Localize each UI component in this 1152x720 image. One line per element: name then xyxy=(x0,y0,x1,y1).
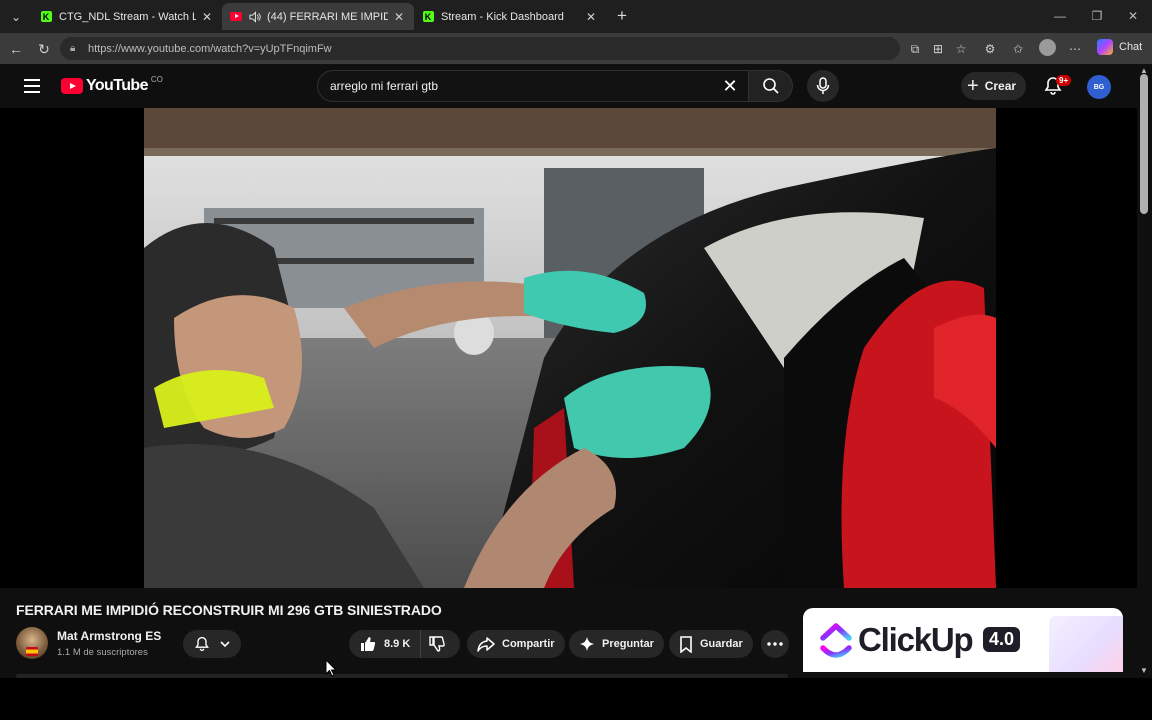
tab-list-chevron-icon[interactable]: ⌄ xyxy=(6,7,26,27)
share-label: Compartir xyxy=(502,638,555,650)
create-label: Crear xyxy=(984,79,1017,93)
bell-icon xyxy=(194,636,209,652)
close-tab-icon[interactable]: ✕ xyxy=(584,10,598,24)
search-button[interactable] xyxy=(749,70,793,102)
bookmark-icon xyxy=(680,635,692,653)
browser-tab-bar: ⌄ K CTG_NDL Stream - Watch Live on K ✕ (… xyxy=(0,0,1152,33)
youtube-icon xyxy=(230,11,242,23)
voice-search-button[interactable] xyxy=(807,70,839,102)
favorites-icon[interactable]: ✩ xyxy=(1009,40,1027,58)
spain-flag-icon xyxy=(26,647,38,656)
youtube-wordmark: YouTube xyxy=(86,77,148,94)
copilot-chat-button[interactable]: Chat xyxy=(1097,39,1142,55)
tab-title: Stream - Kick Dashboard xyxy=(441,10,564,23)
notification-badge: 9+ xyxy=(1056,75,1072,86)
save-label: Guardar xyxy=(700,638,743,650)
address-bar[interactable]: 🔒︎ https://www.youtube.com/watch?v=yUpTF… xyxy=(60,37,900,60)
clickup-logo-icon xyxy=(820,623,852,658)
new-tab-button[interactable]: + xyxy=(612,6,632,26)
browser-toolbar: ← ↻ 🔒︎ https://www.youtube.com/watch?v=y… xyxy=(0,33,1152,64)
chevron-down-icon xyxy=(219,641,230,648)
extensions-icon[interactable]: ⚙ xyxy=(981,40,999,58)
like-count: 8.9 K xyxy=(384,638,411,650)
tab-title: CTG_NDL Stream - Watch Live on K xyxy=(59,10,196,23)
ad-version: 4.0 xyxy=(983,627,1021,652)
share-button[interactable]: Compartir xyxy=(467,630,565,658)
video-frame-image xyxy=(144,108,996,588)
scroll-down-icon[interactable]: ▼ xyxy=(1139,667,1149,675)
search-input[interactable] xyxy=(330,79,700,93)
restore-icon[interactable]: ❐ xyxy=(1079,5,1115,27)
tab-title: (44) FERRARI ME IMPIDIÓ REC xyxy=(267,10,388,23)
youtube-logo[interactable]: YouTube CO xyxy=(61,74,163,95)
create-button[interactable]: + Crear xyxy=(961,72,1027,100)
reload-icon[interactable]: ↻ xyxy=(33,38,55,60)
kick-icon: K xyxy=(422,11,434,23)
video-player[interactable] xyxy=(0,108,1137,588)
youtube-header: YouTube CO ✕ + Crear 9+ BG xyxy=(0,64,1137,109)
more-options-icon[interactable]: ⋯ xyxy=(1066,40,1084,58)
account-avatar[interactable]: BG xyxy=(1087,75,1111,99)
copilot-label: Chat xyxy=(1119,41,1143,53)
dislike-button[interactable] xyxy=(421,630,460,658)
profile-avatar[interactable] xyxy=(1039,39,1056,56)
speaker-icon[interactable] xyxy=(249,10,261,23)
country-code: CO xyxy=(150,74,163,84)
kick-icon: K xyxy=(40,11,52,23)
thumbs-up-icon xyxy=(361,637,376,651)
ask-label: Preguntar xyxy=(602,638,654,650)
back-icon[interactable]: ← xyxy=(5,38,27,60)
scrollbar-thumb[interactable] xyxy=(1140,74,1148,214)
favorite-star-icon[interactable]: ☆ xyxy=(952,40,970,58)
site-info-icon[interactable]: 🔒︎ xyxy=(70,43,82,54)
more-horizontal-icon xyxy=(767,642,783,646)
thumbs-down-icon xyxy=(429,636,445,652)
like-dislike-group: 8.9 K xyxy=(349,630,460,658)
youtube-icon xyxy=(61,78,83,94)
search-box: ✕ xyxy=(317,70,749,102)
close-tab-icon[interactable]: ✕ xyxy=(392,10,406,24)
mouse-cursor-icon xyxy=(325,659,337,677)
close-tab-icon[interactable]: ✕ xyxy=(200,10,214,24)
plus-icon: + xyxy=(967,75,979,97)
subscriber-count: 1.1 M de suscriptores xyxy=(57,647,148,658)
share-icon xyxy=(477,637,495,652)
video-title: FERRARI ME IMPIDIÓ RECONSTRUIR MI 296 GT… xyxy=(16,602,442,618)
more-actions-button[interactable] xyxy=(761,630,789,658)
video-frame[interactable] xyxy=(144,108,996,588)
microphone-icon xyxy=(816,77,830,94)
like-button[interactable]: 8.9 K xyxy=(349,630,422,658)
menu-icon[interactable] xyxy=(22,77,42,95)
minimize-icon[interactable]: — xyxy=(1042,5,1078,27)
ad-screenshot-image xyxy=(1049,616,1123,672)
channel-name[interactable]: Mat Armstrong ES xyxy=(57,629,161,643)
translate-icon[interactable]: ⧉ xyxy=(906,40,924,58)
apps-icon[interactable]: ⊞ xyxy=(929,40,947,58)
close-window-icon[interactable]: ✕ xyxy=(1115,5,1151,27)
copilot-icon xyxy=(1097,39,1113,55)
ad-brand: ClickUp xyxy=(858,621,974,658)
url-text: https://www.youtube.com/watch?v=yUpTFnqi… xyxy=(88,42,332,55)
save-button[interactable]: Guardar xyxy=(669,630,753,658)
search-icon xyxy=(762,78,779,94)
screen-bottom-area xyxy=(0,678,1152,720)
clear-search-icon[interactable]: ✕ xyxy=(720,76,740,96)
tab-kick-stream[interactable]: K CTG_NDL Stream - Watch Live on K ✕ xyxy=(32,3,222,30)
ask-button[interactable]: Preguntar xyxy=(569,630,664,658)
tab-kick-dashboard[interactable]: K Stream - Kick Dashboard ✕ xyxy=(414,3,606,30)
clickup-ad[interactable]: ClickUp 4.0 xyxy=(803,608,1123,672)
sparkle-icon xyxy=(580,637,594,651)
subscription-button[interactable] xyxy=(183,630,241,658)
tab-youtube-video[interactable]: (44) FERRARI ME IMPIDIÓ REC ✕ xyxy=(222,3,414,30)
